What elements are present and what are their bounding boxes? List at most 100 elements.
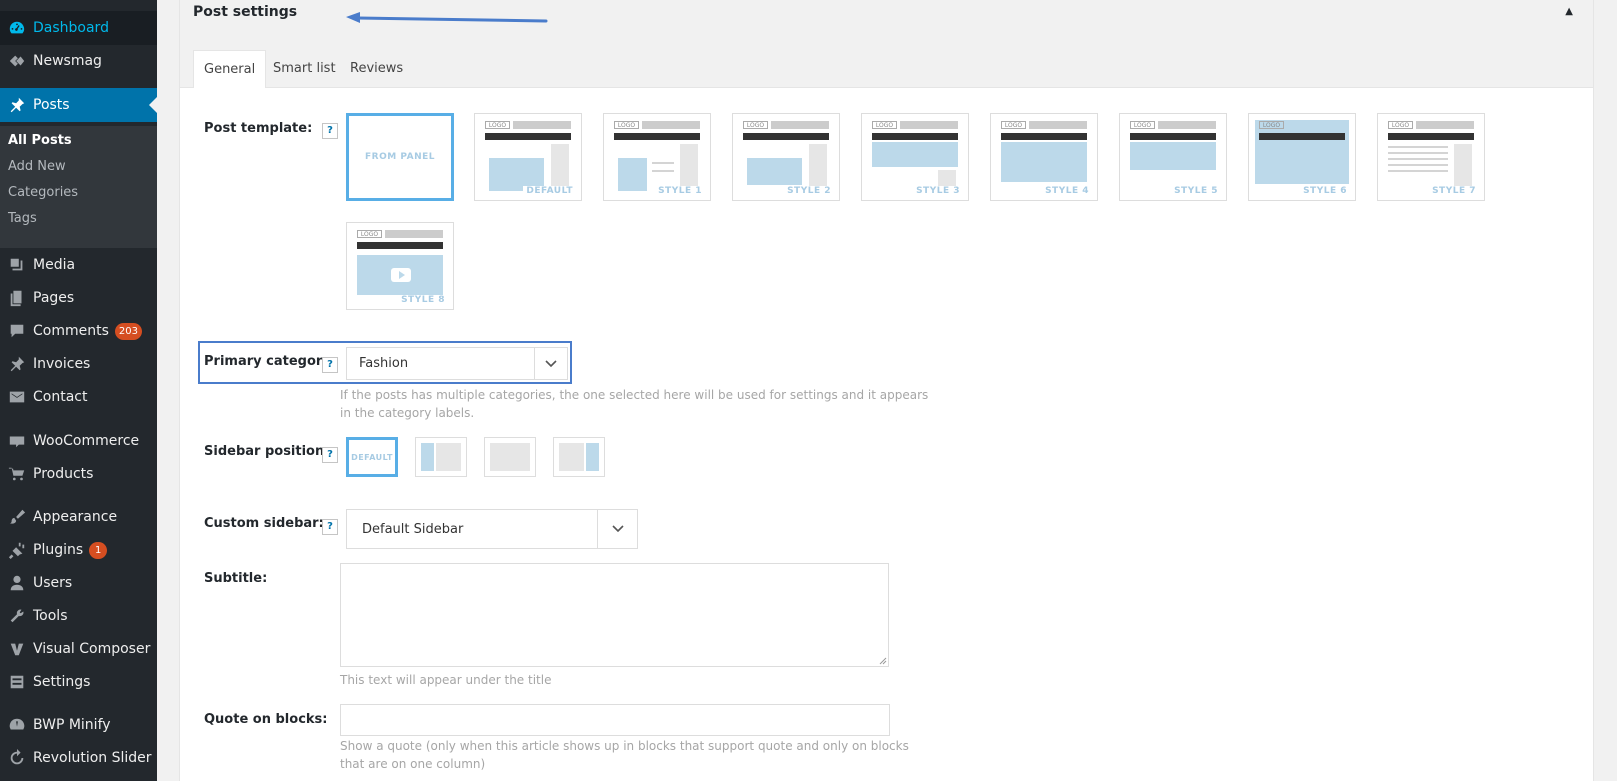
menu-contact[interactable]: Contact bbox=[0, 380, 157, 414]
menu-bwp-minify[interactable]: BWP Minify bbox=[0, 708, 157, 742]
thumb-logo: LOGO bbox=[872, 121, 897, 129]
vc-icon bbox=[0, 640, 33, 658]
menu-users[interactable]: Users bbox=[0, 566, 157, 600]
menu-posts[interactable]: Posts bbox=[0, 88, 157, 122]
resize-handle-icon[interactable] bbox=[879, 657, 887, 665]
thumb-image bbox=[618, 158, 647, 191]
menu-newsmag[interactable]: Newsmag bbox=[0, 44, 157, 78]
pin-icon bbox=[0, 96, 33, 114]
current-menu-arrow bbox=[149, 97, 157, 113]
template-style-4[interactable]: LOGO STYLE 4 bbox=[990, 113, 1098, 201]
menu-media[interactable]: Media bbox=[0, 248, 157, 282]
admin-sidebar: Dashboard Newsmag Posts All Posts Add Ne… bbox=[0, 0, 157, 781]
tab-reviews[interactable]: Reviews bbox=[340, 50, 413, 88]
menu-appearance-label: Appearance bbox=[33, 509, 118, 525]
menu-comments[interactable]: Comments 203 bbox=[0, 314, 157, 348]
thumb-nav bbox=[1001, 133, 1087, 140]
template-default[interactable]: LOGO DEFAULT bbox=[474, 113, 582, 201]
primary-category-hint: If the posts has multiple categories, th… bbox=[340, 386, 928, 422]
template-style-4-label: STYLE 4 bbox=[1042, 186, 1092, 196]
menu-dashboard[interactable]: Dashboard bbox=[0, 11, 157, 45]
submenu-categories[interactable]: Categories bbox=[8, 185, 78, 200]
post-template-help-icon[interactable]: ? bbox=[322, 123, 338, 139]
chevron-down-icon[interactable] bbox=[534, 348, 567, 379]
menu-invoices[interactable]: Invoices bbox=[0, 347, 157, 381]
thumb-header-bar bbox=[385, 230, 443, 238]
menu-settings-label: Settings bbox=[33, 674, 91, 690]
thumb-header-bar bbox=[1029, 121, 1087, 129]
thumb-header-bar bbox=[642, 121, 700, 129]
submenu-add-new[interactable]: Add New bbox=[8, 159, 66, 174]
sidebar-position-default[interactable]: DEFAULT bbox=[346, 437, 398, 477]
menu-appearance[interactable]: Appearance bbox=[0, 500, 157, 534]
thumb-header-bar bbox=[771, 121, 829, 129]
thumb-sidebar bbox=[680, 144, 698, 191]
primary-category-label: Primary category: bbox=[204, 354, 336, 369]
menu-visual-composer[interactable]: Visual Composer bbox=[0, 632, 157, 666]
sidebar-position-none[interactable] bbox=[484, 437, 536, 477]
submenu-all-posts[interactable]: All Posts bbox=[8, 133, 72, 148]
menu-settings[interactable]: Settings bbox=[0, 665, 157, 699]
thumb-line bbox=[652, 170, 674, 172]
menu-users-label: Users bbox=[33, 575, 73, 591]
menu-pages[interactable]: Pages bbox=[0, 281, 157, 315]
template-style-6-label: STYLE 6 bbox=[1300, 186, 1350, 196]
gauge-icon bbox=[0, 716, 33, 734]
thumb-logo: LOGO bbox=[357, 230, 382, 238]
plugins-update-badge: 1 bbox=[89, 541, 108, 559]
template-from-panel[interactable]: FROM PANEL bbox=[346, 113, 454, 201]
primary-category-hint-line: If the posts has multiple categories, th… bbox=[340, 388, 929, 402]
sidebar-position-left[interactable] bbox=[415, 437, 467, 477]
thumb-sidebar bbox=[809, 144, 827, 191]
wrench-icon bbox=[0, 607, 33, 625]
collapse-toggle-icon[interactable]: ▲ bbox=[1565, 6, 1573, 17]
thumb-image bbox=[872, 142, 958, 167]
thumb-sidebar bbox=[551, 144, 569, 191]
thumb-nav bbox=[357, 242, 443, 249]
user-icon bbox=[0, 574, 33, 592]
chevron-down-icon[interactable] bbox=[597, 510, 637, 548]
primary-category-help-icon[interactable]: ? bbox=[322, 357, 338, 373]
template-style-2[interactable]: LOGO STYLE 2 bbox=[732, 113, 840, 201]
template-style-8[interactable]: LOGO STYLE 8 bbox=[346, 222, 454, 310]
menu-plugins[interactable]: Plugins 1 bbox=[0, 533, 157, 567]
tab-general[interactable]: General bbox=[193, 50, 267, 88]
template-style-3[interactable]: LOGO STYLE 3 bbox=[861, 113, 969, 201]
thumb-nav bbox=[872, 133, 958, 140]
subtitle-label: Subtitle: bbox=[204, 571, 268, 586]
comment-icon bbox=[0, 322, 33, 340]
thumb-logo: LOGO bbox=[1001, 121, 1026, 129]
quote-on-blocks-input[interactable] bbox=[340, 704, 890, 736]
tab-smart-list[interactable]: Smart list bbox=[263, 50, 346, 88]
menu-bwp-minify-label: BWP Minify bbox=[33, 717, 111, 733]
custom-sidebar-help-icon[interactable]: ? bbox=[322, 519, 338, 535]
custom-sidebar-value: Default Sidebar bbox=[362, 522, 464, 537]
thumb-logo: LOGO bbox=[743, 121, 768, 129]
content-block bbox=[436, 443, 461, 471]
menu-woocommerce[interactable]: WooCommerce bbox=[0, 424, 157, 458]
menu-tools[interactable]: Tools bbox=[0, 599, 157, 633]
submenu-tags[interactable]: Tags bbox=[8, 211, 37, 226]
post-template-label: Post template: bbox=[204, 121, 313, 136]
subtitle-textarea[interactable] bbox=[340, 563, 889, 667]
thumb-nav bbox=[614, 133, 700, 140]
thumb-image bbox=[1001, 142, 1087, 182]
template-style-7[interactable]: LOGO STYLE 7 bbox=[1377, 113, 1485, 201]
menu-products[interactable]: Products bbox=[0, 457, 157, 491]
metabox-title: Post settings bbox=[193, 4, 298, 20]
sidebar-position-help-icon[interactable]: ? bbox=[322, 447, 338, 463]
template-style-1[interactable]: LOGO STYLE 1 bbox=[603, 113, 711, 201]
sidebar-block bbox=[421, 443, 434, 471]
thumb-logo: LOGO bbox=[1259, 121, 1284, 129]
menu-revolution-slider[interactable]: Revolution Slider bbox=[0, 741, 157, 775]
thumb-line bbox=[652, 162, 674, 164]
sidebar-position-right[interactable] bbox=[553, 437, 605, 477]
thumb-header-bar bbox=[900, 121, 958, 129]
dashboard-icon bbox=[0, 19, 33, 37]
template-style-6[interactable]: LOGO STYLE 6 bbox=[1248, 113, 1356, 201]
template-style-5[interactable]: LOGO STYLE 5 bbox=[1119, 113, 1227, 201]
template-style-1-label: STYLE 1 bbox=[655, 186, 705, 196]
custom-sidebar-select[interactable]: Default Sidebar bbox=[346, 509, 638, 549]
primary-category-select[interactable]: Fashion bbox=[346, 347, 568, 380]
thumb-header-bar bbox=[1158, 121, 1216, 129]
